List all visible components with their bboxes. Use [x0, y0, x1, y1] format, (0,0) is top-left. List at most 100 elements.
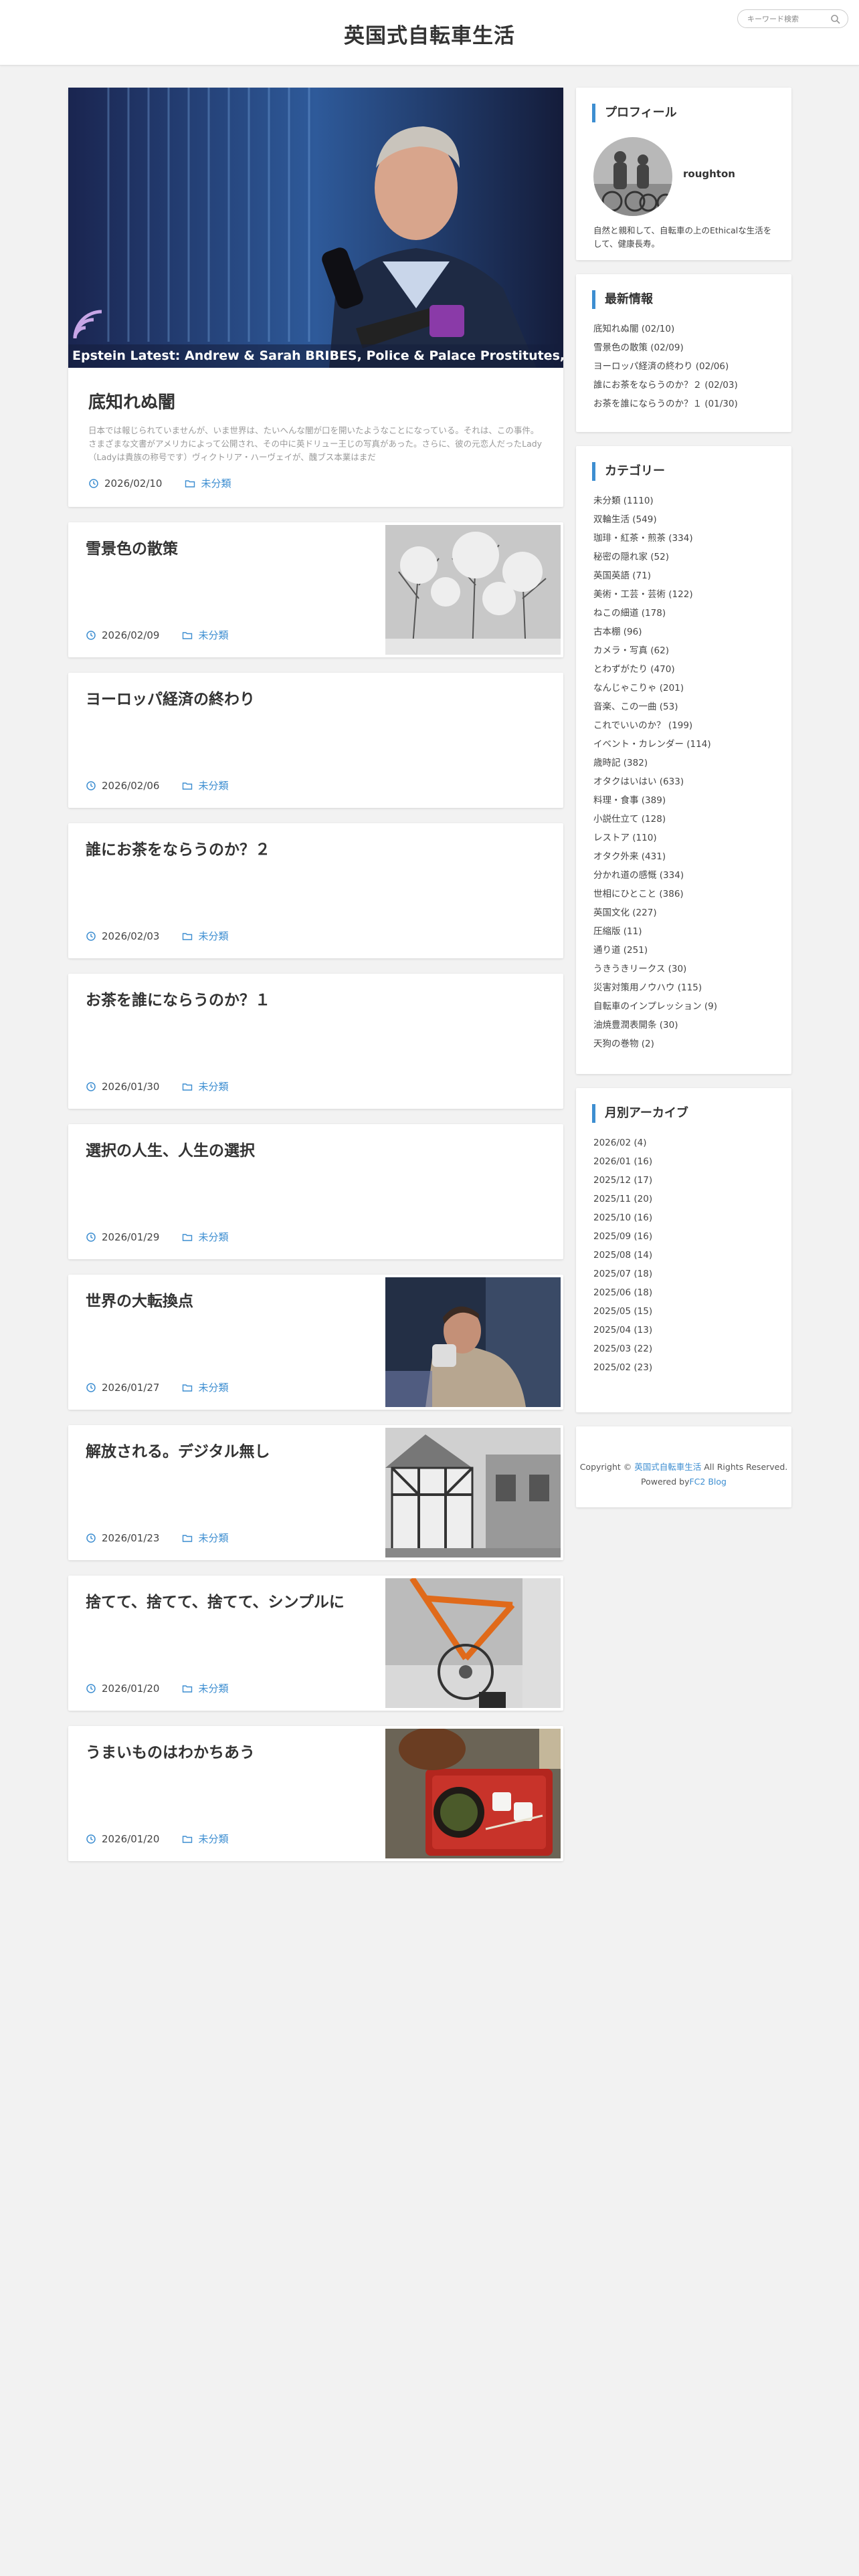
category-link[interactable]: なんじゃこりゃ (201) — [593, 679, 717, 697]
post-thumbnail[interactable] — [385, 525, 561, 655]
post-category-link[interactable]: 未分類 — [198, 1380, 228, 1394]
recent-post-link[interactable]: 雪景色の散策 (02/09) — [593, 338, 738, 357]
category-link[interactable]: 分かれ道の感慨 (334) — [593, 866, 717, 885]
category-link[interactable]: 災害対策用ノウハウ (115) — [593, 978, 717, 997]
fc2-blog-link[interactable]: FC2 Blog — [689, 1477, 726, 1487]
archive-link[interactable]: 2025/12 (17) — [593, 1171, 652, 1190]
archive-link[interactable]: 2025/06 (18) — [593, 1283, 652, 1302]
post-card[interactable]: 誰にお茶をならうのか？２ 2026/02/03 未分類 — [68, 823, 563, 958]
search-icon[interactable] — [830, 14, 841, 25]
post-meta: 2026/02/06 未分類 — [86, 778, 228, 792]
post-thumbnail[interactable] — [385, 1729, 561, 1858]
recent-post-link[interactable]: お茶を誰にならうのか？１ (01/30) — [593, 395, 738, 413]
post-card[interactable]: 解放される。デジタル無し 2026/01/23 未分類 — [68, 1425, 563, 1560]
archive-link[interactable]: 2025/02 (23) — [593, 1358, 652, 1377]
archive-link[interactable]: 2026/01 (16) — [593, 1152, 652, 1171]
post-category-link[interactable]: 未分類 — [198, 1079, 228, 1093]
search-input[interactable] — [747, 13, 828, 25]
category-link[interactable]: 美術・工芸・芸術 (122) — [593, 585, 717, 604]
category-link[interactable]: とわずがたり (470) — [593, 660, 717, 679]
category-link[interactable]: 未分類 (1110) — [593, 492, 717, 510]
featured-image[interactable]: Epstein Latest: Andrew & Sarah BRIBES, P… — [68, 88, 563, 368]
post-title[interactable]: 誰にお茶をならうのか？２ — [86, 839, 380, 861]
category-link[interactable]: 英国英語 (71) — [593, 566, 717, 585]
category-link[interactable]: 英国文化 (227) — [593, 903, 717, 922]
featured-post[interactable]: Epstein Latest: Andrew & Sarah BRIBES, P… — [68, 88, 563, 507]
post-category-link[interactable]: 未分類 — [198, 1230, 228, 1244]
post-date: 2026/01/20 — [102, 1682, 160, 1695]
archive-link[interactable]: 2025/07 (18) — [593, 1265, 652, 1283]
post-category-link[interactable]: 未分類 — [198, 1531, 228, 1545]
site-link[interactable]: 英国式自転車生活 — [634, 1462, 701, 1472]
category-link[interactable]: 圧縮版 (11) — [593, 922, 717, 941]
category-link[interactable]: 自転車のインプレッション (9) — [593, 997, 717, 1016]
post-title[interactable]: うまいものはわかちあう — [86, 1742, 380, 1763]
post-title[interactable]: お茶を誰にならうのか？１ — [86, 990, 380, 1011]
category-link[interactable]: 古本棚 (96) — [593, 623, 717, 641]
archive-link[interactable]: 2026/02 (4) — [593, 1134, 652, 1152]
post-title[interactable]: 雪景色の散策 — [86, 538, 380, 560]
archive-link[interactable]: 2025/04 (13) — [593, 1321, 652, 1339]
recent-post-link[interactable]: 誰にお茶をならうのか？２ (02/03) — [593, 376, 738, 395]
category-link[interactable]: うきうきリークス (30) — [593, 960, 717, 978]
post-category-link[interactable]: 未分類 — [198, 1832, 228, 1846]
archive-link[interactable]: 2025/09 (16) — [593, 1227, 652, 1246]
post-thumbnail[interactable] — [385, 1277, 561, 1407]
category-link[interactable]: 音楽、この一曲 (53) — [593, 697, 717, 716]
post-thumbnail[interactable] — [385, 1428, 561, 1558]
post-title[interactable]: 解放される。デジタル無し — [86, 1441, 380, 1463]
category-link[interactable]: 世相にひとこと (386) — [593, 885, 717, 903]
category-link[interactable]: 油焼豊潤表開条 (30) — [593, 1016, 717, 1035]
clock-icon — [86, 1232, 96, 1242]
category-link[interactable]: 秘密の隠れ家 (52) — [593, 548, 717, 566]
category-link[interactable]: イベント・カレンダー (114) — [593, 735, 717, 754]
avatar[interactable] — [593, 137, 672, 216]
archive-link[interactable]: 2025/10 (16) — [593, 1208, 652, 1227]
category-link[interactable]: 料理・食事 (389) — [593, 791, 717, 810]
post-title[interactable]: 選択の人生、人生の選択 — [86, 1140, 380, 1162]
site-header: 英国式自転車生活 — [0, 0, 859, 66]
category-link[interactable]: オタク外来 (431) — [593, 847, 717, 866]
post-card[interactable]: 選択の人生、人生の選択 2026/01/29 未分類 — [68, 1124, 563, 1259]
post-card[interactable]: 捨てて、捨てて、捨てて、シンプルに 2026/01/20 未分類 — [68, 1576, 563, 1711]
category-link[interactable]: 天狗の巻物 (2) — [593, 1035, 717, 1053]
post-category-link[interactable]: 未分類 — [201, 476, 231, 490]
post-title[interactable]: 捨てて、捨てて、捨てて、シンプルに — [86, 1592, 380, 1613]
post-card[interactable]: お茶を誰にならうのか？１ 2026/01/30 未分類 — [68, 974, 563, 1109]
category-link[interactable]: オタクはいはい (633) — [593, 772, 717, 791]
recent-post-link[interactable]: ヨーロッパ経済の終わり (02/06) — [593, 357, 738, 376]
category-link[interactable]: 珈琲・紅茶・煎茶 (334) — [593, 529, 717, 548]
category-link[interactable]: 双輪生活 (549) — [593, 510, 717, 529]
category-link[interactable]: 通り道 (251) — [593, 941, 717, 960]
post-category-link[interactable]: 未分類 — [198, 929, 228, 943]
archive-link[interactable]: 2025/08 (14) — [593, 1246, 652, 1265]
site-title[interactable]: 英国式自転車生活 — [0, 19, 859, 49]
post-title[interactable]: 底知れぬ闇 — [88, 389, 175, 413]
category-link[interactable]: 歳時記 (382) — [593, 754, 717, 772]
post-card[interactable]: うまいものはわかちあう 2026/01/20 未分類 — [68, 1726, 563, 1861]
post-date: 2026/02/09 — [102, 629, 160, 641]
archives-widget: 月別アーカイブ 2026/02 (4) 2026/01 (16) 2025/12 (… — [576, 1088, 791, 1484]
category-link[interactable]: レストア (110) — [593, 829, 717, 847]
post-card[interactable]: 世界の大転換点 2026/01/27 未分類 — [68, 1275, 563, 1410]
recent-post-link[interactable]: 底知れぬ闇 (02/10) — [593, 320, 738, 338]
archive-link[interactable]: 2025/11 (20) — [593, 1190, 652, 1208]
archive-link[interactable]: 2025/03 (22) — [593, 1339, 652, 1358]
post-card[interactable]: ヨーロッパ経済の終わり 2026/02/06 未分類 — [68, 673, 563, 808]
post-thumbnail[interactable] — [385, 1578, 561, 1708]
search-box[interactable] — [737, 9, 848, 28]
post-category-link[interactable]: 未分類 — [198, 778, 228, 792]
post-category-link[interactable]: 未分類 — [198, 1681, 228, 1695]
clock-icon — [86, 1081, 96, 1091]
category-link[interactable]: ねこの細道 (178) — [593, 604, 717, 623]
archive-link[interactable]: 2025/05 (15) — [593, 1302, 652, 1321]
post-title[interactable]: 世界の大転換点 — [86, 1291, 380, 1312]
clock-icon — [86, 780, 96, 790]
post-date: 2026/02/10 — [104, 477, 163, 490]
category-link[interactable]: これでいいのか？ (199) — [593, 716, 717, 735]
post-category-link[interactable]: 未分類 — [198, 628, 228, 642]
category-link[interactable]: 小説仕立て (128) — [593, 810, 717, 829]
post-card[interactable]: 雪景色の散策 2026/02/09 未分類 — [68, 522, 563, 657]
post-title[interactable]: ヨーロッパ経済の終わり — [86, 689, 380, 710]
category-link[interactable]: カメラ・写真 (62) — [593, 641, 717, 660]
